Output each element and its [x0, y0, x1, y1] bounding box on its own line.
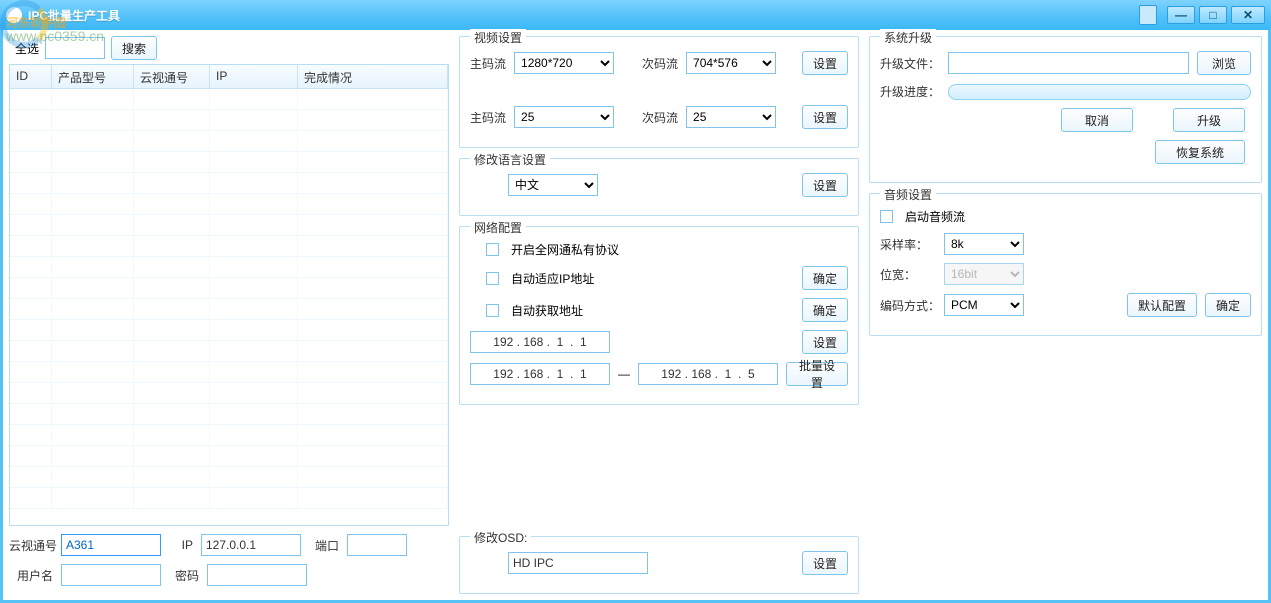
net-ok1-button[interactable]: 确定 — [802, 266, 848, 290]
right-panel: 系统升级 升级文件： 浏览 升级进度： 取消 升级 恢复系统 音频设置 启动音频… — [869, 36, 1262, 594]
upgrade-file-label: 升级文件： — [880, 55, 940, 72]
left-panel: 全选 搜索 ID 产品型号 云视通号 IP 完成情况 — [9, 36, 449, 594]
cloud-input[interactable] — [61, 534, 161, 556]
main-fps-select[interactable]: 25 — [514, 106, 614, 128]
upgrade-progress-label: 升级进度： — [880, 83, 940, 100]
ip-from[interactable] — [470, 363, 610, 385]
net-legend: 网络配置 — [470, 219, 526, 236]
search-input[interactable] — [45, 37, 105, 59]
upgrade-legend: 系统升级 — [880, 29, 936, 46]
port-label: 端口 — [309, 537, 339, 554]
language-settings: 修改语言设置 中文 设置 — [459, 158, 859, 216]
pwd-input[interactable] — [207, 564, 307, 586]
chk-auto-adapt-label: 自动适应IP地址 — [511, 270, 594, 287]
table-header: ID 产品型号 云视通号 IP 完成情况 — [10, 65, 448, 89]
codec-label: 编码方式： — [880, 297, 936, 314]
chk-audio-enable-label: 启动音频流 — [905, 208, 965, 225]
th-ip[interactable]: IP — [210, 65, 298, 88]
rate-label: 采样率： — [880, 236, 936, 253]
minimize-button[interactable]: — — [1167, 6, 1195, 24]
th-id[interactable]: ID — [10, 65, 52, 88]
codec-select[interactable]: PCM — [944, 294, 1024, 316]
main-fps-label: 主码流 — [470, 109, 506, 126]
user-label: 用户名 — [9, 567, 53, 584]
video-res-set-button[interactable]: 设置 — [802, 51, 848, 75]
search-button[interactable]: 搜索 — [111, 36, 157, 60]
ip-input[interactable] — [201, 534, 301, 556]
main-res-select[interactable]: 1280*720 — [514, 52, 614, 74]
restore-button[interactable]: 恢复系统 — [1155, 140, 1245, 164]
sub-res-select[interactable]: 704*576 — [686, 52, 776, 74]
sub-res-label: 次码流 — [642, 55, 678, 72]
ip-dash: — — [618, 367, 630, 381]
ip-single[interactable] — [470, 331, 610, 353]
th-status[interactable]: 完成情况 — [298, 65, 448, 88]
lang-set-button[interactable]: 设置 — [802, 173, 848, 197]
chk-priv-label: 开启全网通私有协议 — [511, 241, 619, 258]
left-form: 云视通号 IP 端口 用户名 密码 — [9, 526, 449, 594]
net-ok2-button[interactable]: 确定 — [802, 298, 848, 322]
video-fps-set-button[interactable]: 设置 — [802, 105, 848, 129]
video-settings: 视频设置 主码流 1280*720 次码流 704*576 设置 主码流 25 … — [459, 36, 859, 148]
upgrade-settings: 系统升级 升级文件： 浏览 升级进度： 取消 升级 恢复系统 — [869, 36, 1262, 183]
osd-input[interactable] — [508, 552, 648, 574]
audio-legend: 音频设置 — [880, 186, 936, 203]
ip-label: IP — [169, 538, 193, 552]
osd-set-button[interactable]: 设置 — [802, 551, 848, 575]
maximize-button[interactable]: □ — [1199, 6, 1227, 24]
video-legend: 视频设置 — [470, 29, 526, 46]
th-model[interactable]: 产品型号 — [52, 65, 134, 88]
upgrade-button[interactable]: 升级 — [1173, 108, 1245, 132]
osd-settings: 修改OSD: 设置 — [459, 536, 859, 594]
middle-panel: 视频设置 主码流 1280*720 次码流 704*576 设置 主码流 25 … — [459, 36, 859, 594]
chk-auto-get-label: 自动获取地址 — [511, 302, 583, 319]
search-row: 全选 搜索 — [9, 36, 449, 64]
cancel-button[interactable]: 取消 — [1061, 108, 1133, 132]
table-body[interactable] — [10, 89, 448, 525]
bits-label: 位宽： — [880, 266, 936, 283]
net-batch-button[interactable]: 批量设置 — [786, 362, 848, 386]
ip-to[interactable] — [638, 363, 778, 385]
lang-select[interactable]: 中文 — [508, 174, 598, 196]
rate-select[interactable]: 8k — [944, 233, 1024, 255]
th-cloud[interactable]: 云视通号 — [134, 65, 210, 88]
user-input[interactable] — [61, 564, 161, 586]
watermark-logo — [0, 0, 48, 48]
upgrade-progress — [948, 84, 1251, 100]
titlebar: IPC批量生产工具 — □ ✕ — [0, 0, 1271, 30]
sub-fps-select[interactable]: 25 — [686, 106, 776, 128]
main-res-label: 主码流 — [470, 55, 506, 72]
upgrade-file-input[interactable] — [948, 52, 1189, 74]
browse-button[interactable]: 浏览 — [1197, 51, 1251, 75]
clipboard-icon[interactable] — [1139, 5, 1157, 25]
lang-legend: 修改语言设置 — [470, 151, 550, 168]
chk-auto-adapt[interactable] — [486, 272, 499, 285]
network-settings: 网络配置 开启全网通私有协议 自动适应IP地址 确定 自动获取地址 确定 设置 … — [459, 226, 859, 405]
chk-priv[interactable] — [486, 243, 499, 256]
audio-settings: 音频设置 启动音频流 采样率： 8k 位宽： 16bit 编码方式： PCM 默… — [869, 193, 1262, 336]
chk-auto-get[interactable] — [486, 304, 499, 317]
device-table: ID 产品型号 云视通号 IP 完成情况 — [9, 64, 449, 526]
client-area: 全选 搜索 ID 产品型号 云视通号 IP 完成情况 — [0, 30, 1271, 603]
close-button[interactable]: ✕ — [1231, 6, 1265, 24]
audio-ok-button[interactable]: 确定 — [1205, 293, 1251, 317]
chk-audio-enable[interactable] — [880, 210, 893, 223]
audio-default-button[interactable]: 默认配置 — [1127, 293, 1197, 317]
sub-fps-label: 次码流 — [642, 109, 678, 126]
cloud-label: 云视通号 — [9, 537, 53, 554]
bits-select: 16bit — [944, 263, 1024, 285]
pwd-label: 密码 — [169, 567, 199, 584]
net-set-button[interactable]: 设置 — [802, 330, 848, 354]
osd-legend: 修改OSD: — [470, 529, 531, 546]
port-input[interactable] — [347, 534, 407, 556]
